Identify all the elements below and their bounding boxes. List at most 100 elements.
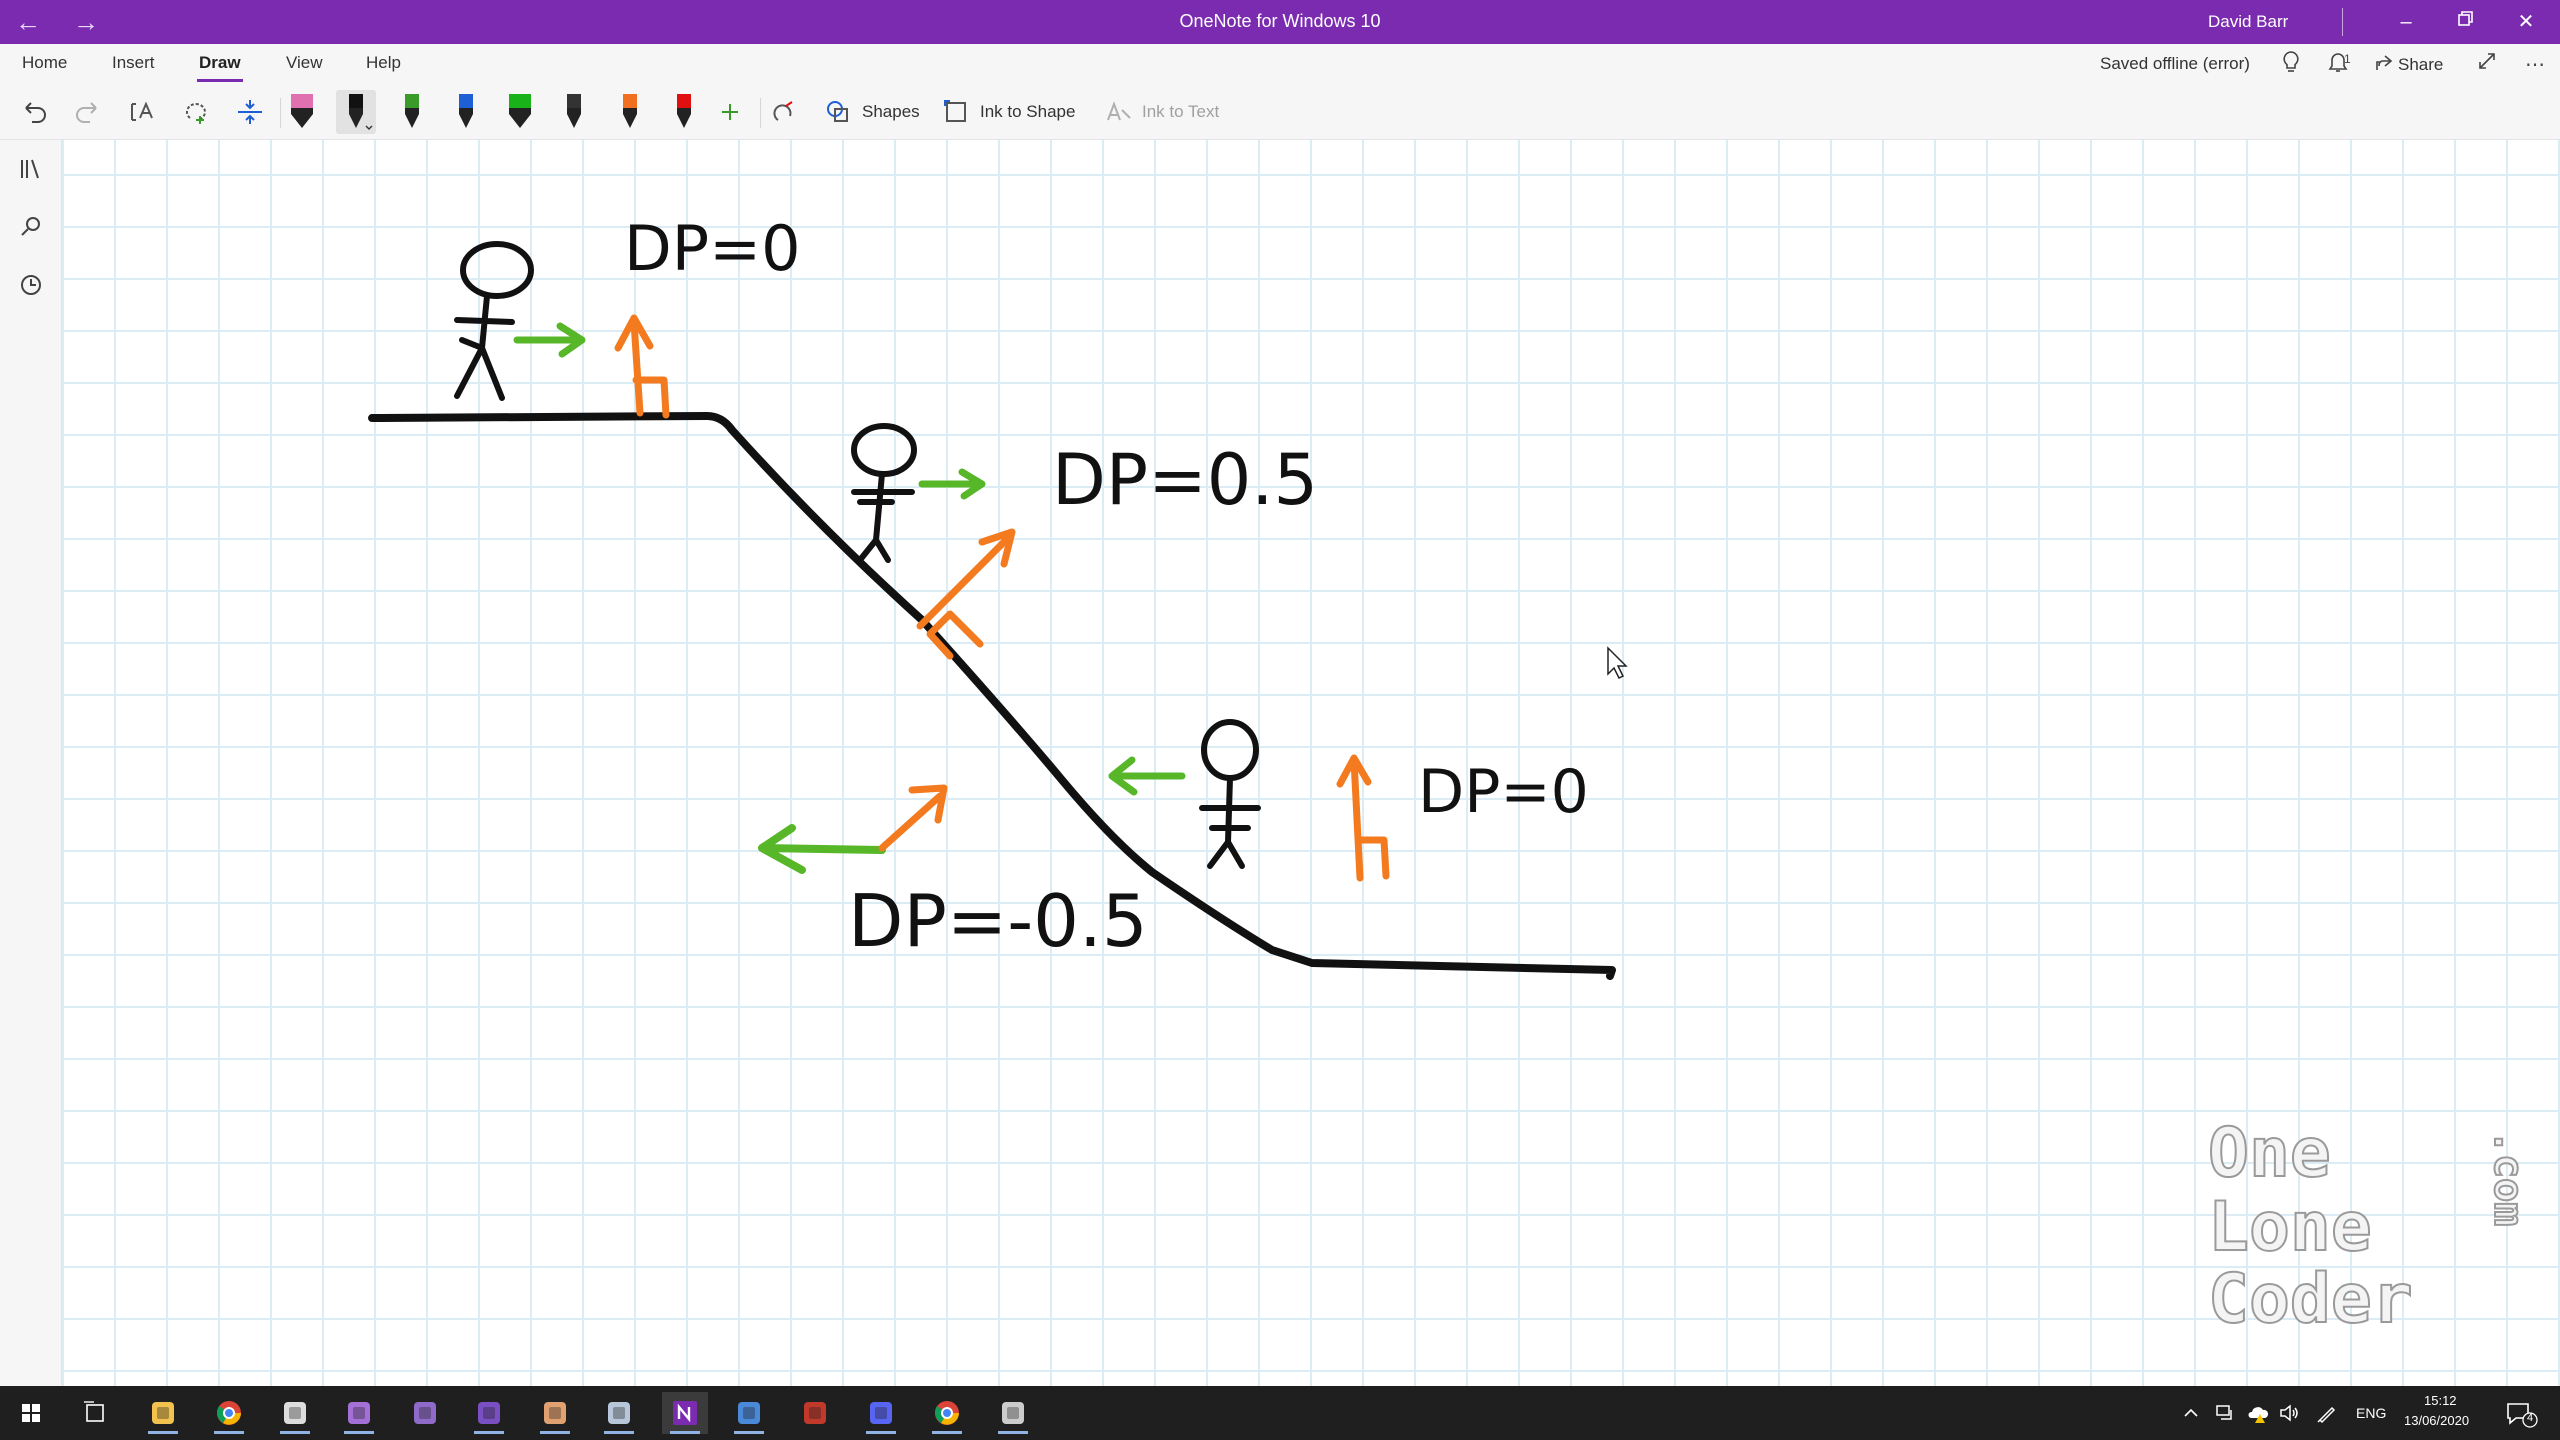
ink-drawing: DP=0 DP=0.5 DP=0 DP=-0.5 One Lone Coder …	[368, 212, 2532, 1340]
forward-arrow-icon[interactable]: →	[66, 6, 106, 38]
taskbar-chrome[interactable]	[206, 1392, 252, 1434]
notification-count: 1	[2344, 52, 2351, 66]
language-indicator[interactable]: ENG	[2356, 1405, 2386, 1421]
note-canvas[interactable]: DP=0 DP=0.5 DP=0 DP=-0.5 One Lone Coder …	[62, 140, 2560, 1386]
task-view-icon	[84, 1401, 104, 1422]
minimize-button[interactable]: –	[2376, 0, 2436, 44]
undo-icon[interactable]	[16, 94, 52, 130]
pen-icon	[567, 94, 581, 128]
restore-icon	[2458, 11, 2473, 26]
chevron-up-icon[interactable]	[2182, 1404, 2200, 1422]
stick-figure-bottom	[1199, 719, 1261, 869]
toolbar-separator	[280, 98, 281, 128]
ruler-icon[interactable]	[766, 94, 802, 130]
normal-arrow-orange	[916, 528, 1016, 660]
label-dp-bottom-right: DP=0	[1418, 757, 1589, 827]
share-button[interactable]: Share	[2374, 50, 2443, 80]
taskbar-chrome-profile[interactable]	[924, 1392, 970, 1434]
toolbar-separator	[760, 98, 761, 128]
taskbar-discord[interactable]	[858, 1392, 904, 1434]
mouse-cursor-icon	[1607, 646, 1628, 680]
svg-text:Coder: Coder	[2208, 1260, 2413, 1339]
ink-to-shape-button[interactable]: Ink to Shape	[980, 94, 1075, 130]
user-name[interactable]: David Barr	[2208, 12, 2288, 32]
pen-pen-blue[interactable]	[446, 90, 486, 134]
taskbar-task-view[interactable]	[72, 1392, 118, 1434]
file-explorer-icon	[152, 1402, 174, 1424]
tab-view[interactable]: View	[284, 53, 325, 79]
pen-pen-orange[interactable]	[610, 90, 650, 134]
taskbar-bug-app[interactable]	[272, 1392, 318, 1434]
tab-help[interactable]: Help	[364, 53, 403, 79]
taskbar-paint-app[interactable]	[532, 1392, 578, 1434]
more-options-icon[interactable]: ⋯	[2520, 50, 2550, 80]
lasso-select-icon[interactable]	[178, 94, 214, 130]
onedrive-warning-icon[interactable]	[2246, 1402, 2270, 1424]
title-bar: ← → OneNote for Windows 10 David Barr – …	[0, 0, 2560, 44]
pen-highlighter-pink[interactable]	[282, 90, 322, 134]
pen-pen-bright-green[interactable]	[500, 90, 540, 134]
pen-icon	[349, 94, 373, 130]
close-button[interactable]: ✕	[2496, 0, 2556, 44]
restore-button[interactable]	[2436, 0, 2496, 44]
notification-bell-icon[interactable]: 1	[2326, 50, 2356, 80]
taskbar-windows-start[interactable]	[8, 1392, 54, 1434]
draw-toolbar: Shapes Ink to Shape Ink to Text	[0, 84, 2560, 140]
lightbulb-icon[interactable]	[2276, 50, 2306, 80]
taskbar-remote-desktop[interactable]	[726, 1392, 772, 1434]
visual-studio-icon	[348, 1402, 370, 1424]
taskbar-visual-studio[interactable]	[336, 1392, 382, 1434]
bug-app-icon	[284, 1402, 306, 1424]
force-arrow-green	[918, 468, 986, 500]
add-space-icon[interactable]	[232, 94, 268, 130]
pen-pen-red[interactable]	[664, 90, 704, 134]
visual-studio-preview-icon	[414, 1402, 436, 1424]
chrome-icon	[935, 1401, 959, 1425]
window-title: OneNote for Windows 10	[1179, 11, 1381, 31]
shapes-icon	[827, 101, 848, 122]
type-select-icon[interactable]	[124, 94, 160, 130]
pen-icon	[291, 94, 313, 128]
paint-app-icon	[544, 1402, 566, 1424]
taskbar-onenote[interactable]	[662, 1392, 708, 1434]
taskbar-film-app[interactable]	[792, 1392, 838, 1434]
shapes-button[interactable]: Shapes	[862, 94, 920, 130]
taskbar-visual-studio-2[interactable]	[466, 1392, 512, 1434]
navigation-sidebar	[0, 140, 62, 1386]
volume-icon[interactable]	[2278, 1402, 2300, 1424]
label-dp-top: DP=0	[624, 212, 801, 285]
taskbar-obs-studio[interactable]	[990, 1392, 1036, 1434]
visual-studio-2-icon	[478, 1402, 500, 1424]
notebooks-icon[interactable]	[14, 152, 48, 186]
redo-icon[interactable]	[70, 94, 106, 130]
taskbar-palette-app[interactable]	[596, 1392, 642, 1434]
network-icon[interactable]	[2214, 1402, 2236, 1424]
pen-workspace-icon[interactable]	[2316, 1402, 2338, 1424]
windows-logo-icon	[22, 1404, 40, 1422]
sync-status[interactable]: Saved offline (error)	[2100, 54, 2250, 74]
svg-text:Lone: Lone	[2208, 1188, 2372, 1267]
pen-pen-green[interactable]	[392, 90, 432, 134]
share-icon	[2376, 55, 2393, 70]
pen-icon	[623, 94, 637, 128]
recent-notes-icon[interactable]	[14, 268, 48, 302]
share-label: Share	[2398, 55, 2444, 74]
tab-draw[interactable]: Draw	[197, 53, 243, 82]
clock-date[interactable]: 13/06/2020	[2404, 1413, 2469, 1428]
pen-pencil-black[interactable]	[554, 90, 594, 134]
taskbar-file-explorer[interactable]	[140, 1392, 186, 1434]
tab-insert[interactable]: Insert	[110, 53, 157, 79]
add-pen-icon[interactable]	[712, 94, 748, 130]
fullscreen-icon[interactable]	[2472, 50, 2502, 80]
svg-text:.com: .com	[2485, 1130, 2531, 1226]
search-icon[interactable]	[14, 210, 48, 244]
tab-home[interactable]: Home	[20, 53, 69, 79]
back-arrow-icon[interactable]: ←	[8, 6, 48, 38]
taskbar-visual-studio-preview[interactable]	[402, 1392, 448, 1434]
palette-app-icon	[608, 1402, 630, 1424]
film-app-icon	[804, 1402, 826, 1424]
remote-desktop-icon	[738, 1402, 760, 1424]
clock-time[interactable]: 15:12	[2424, 1393, 2457, 1408]
pen-pen-black-selected[interactable]	[336, 90, 376, 134]
discord-icon	[870, 1402, 892, 1424]
